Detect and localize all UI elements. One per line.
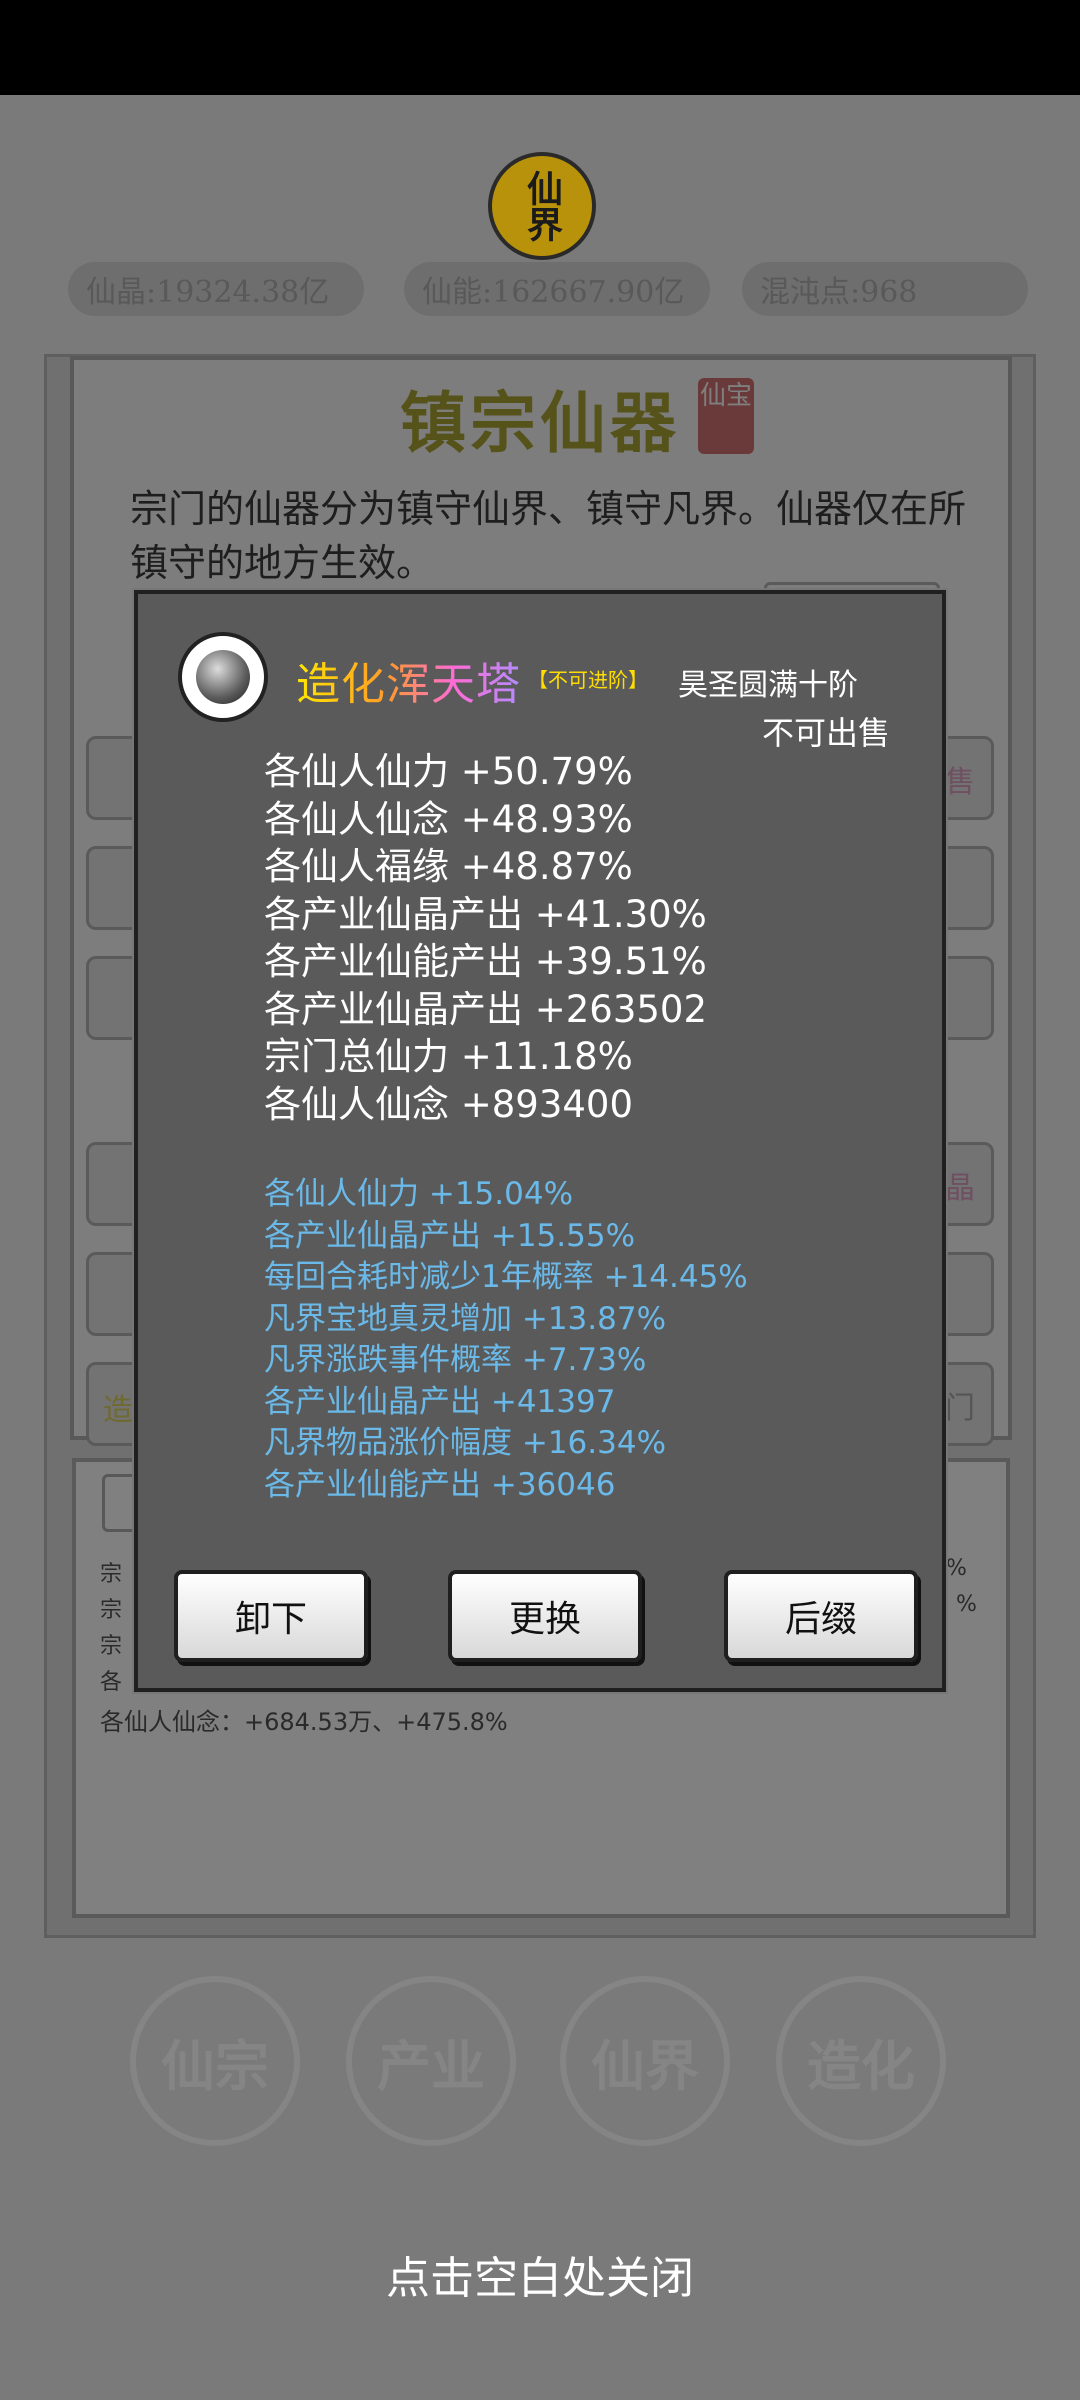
slot-6-side-text: 门: [945, 1391, 975, 1426]
tab-zaohua[interactable]: 造化: [776, 1976, 946, 2146]
artifact-rank: 昊圣圆满十阶: [678, 668, 858, 703]
tab-chanye[interactable]: 产业: [346, 1976, 516, 2146]
main-stat: 各仙人福缘 +48.87%: [264, 845, 633, 888]
suffix-stats-list: 各仙人仙力 +15.04% 各产业仙晶产出 +15.55% 每回合耗时减少1年概…: [264, 1174, 748, 1506]
stats-fragment: 各: [100, 1670, 123, 1695]
unequip-button[interactable]: 卸下: [174, 1570, 368, 1662]
suffix-stat: 凡界物品涨价幅度 +16.34%: [264, 1425, 667, 1461]
main-stat: 各产业仙晶产出 +263502: [264, 987, 708, 1031]
resource-energy: 仙能:162667.90亿: [404, 262, 710, 316]
tab-label: 造化: [807, 2033, 915, 2098]
stats-fragment: 宗: [100, 1562, 123, 1587]
main-stat: 宗门总仙力 +11.18%: [264, 1035, 633, 1078]
stats-line-xiannian: 各仙人仙念：+684.53万、+475.8%: [100, 1708, 508, 1736]
page-title: 镇宗仙器: [400, 384, 680, 462]
resource-chaos-points: 混沌点:968: [742, 262, 1028, 316]
tab-label: 仙界: [591, 2033, 699, 2098]
artifact-name: 造化浑天塔: [296, 648, 521, 712]
status-bar: [0, 0, 1080, 95]
main-stat: 各产业仙能产出 +39.51%: [264, 940, 707, 983]
suffix-stat: 每回合耗时减少1年概率 +14.45%: [264, 1259, 748, 1295]
logo-text: 仙界: [521, 170, 563, 242]
replace-button[interactable]: 更换: [448, 1570, 642, 1662]
artifact-orb-icon: [178, 632, 268, 722]
artifact-detail-modal: 造化浑天塔 【不可进阶】 昊圣圆满十阶 不可出售 各仙人仙力 +50.79% 各…: [134, 590, 946, 1692]
main-stat: 各仙人仙念 +48.93%: [264, 797, 633, 841]
page-description: 宗门的仙器分为镇守仙界、镇守凡界。仙器仅在所镇守的地方生效。: [130, 487, 967, 585]
suffix-stat: 各产业仙能产出 +36046: [264, 1466, 616, 1503]
resource-crystal: 仙晶:19324.38亿: [68, 262, 364, 316]
tab-label: 产业: [377, 2033, 485, 2098]
stats-fragment: 宗: [100, 1598, 123, 1623]
tab-xianjie[interactable]: 仙界: [560, 1976, 730, 2146]
stats-fragment: 宗: [100, 1634, 123, 1659]
tab-xianzong[interactable]: 仙宗: [130, 1976, 300, 2146]
main-stat: 各仙人仙念 +893400: [264, 1082, 634, 1126]
main-stat: 各仙人仙力 +50.79%: [264, 750, 633, 793]
close-hint[interactable]: 点击空白处关闭: [0, 2242, 1080, 2306]
tab-label: 仙宗: [161, 2033, 269, 2098]
suffix-stat: 各产业仙晶产出 +15.55%: [264, 1217, 636, 1254]
suffix-stat: 各产业仙晶产出 +41397: [264, 1383, 616, 1420]
suffix-stat: 凡界涨跌事件概率 +7.73%: [264, 1342, 647, 1378]
title-seal: 仙宝: [698, 378, 754, 454]
main-stat: 各产业仙晶产出 +41.30%: [264, 892, 707, 936]
xianjie-logo: 仙界: [488, 152, 596, 260]
orb-graphic: [196, 650, 250, 704]
main-stats-list: 各仙人仙力 +50.79% 各仙人仙念 +48.93% 各仙人福缘 +48.87…: [264, 748, 707, 1128]
suffix-button[interactable]: 后缀: [724, 1570, 918, 1662]
slot-6-left-text: 造: [103, 1393, 133, 1428]
suffix-stat: 各仙人仙力 +15.04%: [264, 1176, 574, 1212]
slot-1-side-text: 售: [945, 765, 975, 800]
slot-4-side-text: 晶: [945, 1171, 975, 1206]
stats-fragment: %: [946, 1556, 967, 1581]
sale-status: 不可出售: [762, 714, 891, 752]
stats-fragment: %: [956, 1592, 977, 1617]
artifact-tag: 【不可进阶】: [528, 668, 648, 692]
suffix-stat: 凡界宝地真灵增加 +13.87%: [264, 1300, 667, 1337]
